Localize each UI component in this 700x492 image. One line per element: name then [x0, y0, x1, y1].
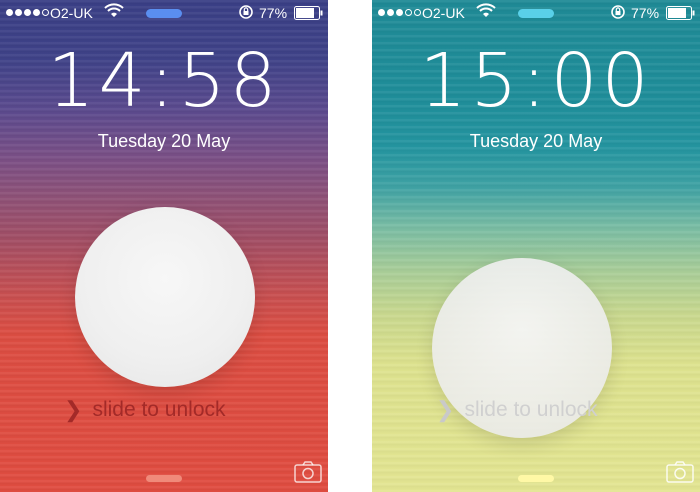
- lock-date: Tuesday 20 May: [97, 131, 231, 151]
- carrier-name: O2-UK: [50, 5, 93, 21]
- chevron-right-icon: ❯: [64, 397, 83, 422]
- lock-screen-right: O2-UK 77% 15:00 Tuesday 20 May ❯ slide t…: [372, 0, 700, 492]
- slide-to-unlock-label: slide to unlock: [92, 398, 226, 421]
- status-bar: O2-UK 77%: [0, 0, 328, 26]
- unlock-ball: [75, 207, 255, 387]
- battery-percent: 77%: [631, 5, 660, 21]
- lock-clock: 15:00: [419, 38, 653, 124]
- battery-icon: [666, 6, 696, 23]
- rotation-lock-icon: [238, 4, 254, 23]
- control-center-pull[interactable]: [146, 475, 182, 482]
- battery-percent: 77%: [259, 5, 288, 21]
- slide-to-unlock[interactable]: ❯ slide to unlock: [436, 397, 598, 423]
- slide-to-unlock[interactable]: ❯ slide to unlock: [64, 397, 226, 423]
- wifi-icon: [476, 3, 496, 22]
- camera-icon[interactable]: [294, 461, 322, 488]
- camera-icon[interactable]: [666, 461, 694, 488]
- wifi-icon: [104, 3, 124, 22]
- notification-center-pull[interactable]: [146, 9, 182, 18]
- status-bar: O2-UK 77%: [372, 0, 700, 26]
- lock-screen-left: O2-UK 77% 14:58 Tuesday 20 May ❯ slide t…: [0, 0, 328, 492]
- battery-icon: [294, 6, 324, 23]
- lock-date: Tuesday 20 May: [469, 131, 603, 151]
- slide-to-unlock-label: slide to unlock: [464, 398, 598, 421]
- control-center-pull[interactable]: [518, 475, 554, 482]
- chevron-right-icon: ❯: [436, 397, 455, 422]
- rotation-lock-icon: [610, 4, 626, 23]
- signal-strength-icon: [6, 9, 49, 16]
- lock-clock: 14:58: [47, 38, 281, 124]
- carrier-name: O2-UK: [422, 5, 465, 21]
- signal-strength-icon: [378, 9, 421, 16]
- notification-center-pull[interactable]: [518, 9, 554, 18]
